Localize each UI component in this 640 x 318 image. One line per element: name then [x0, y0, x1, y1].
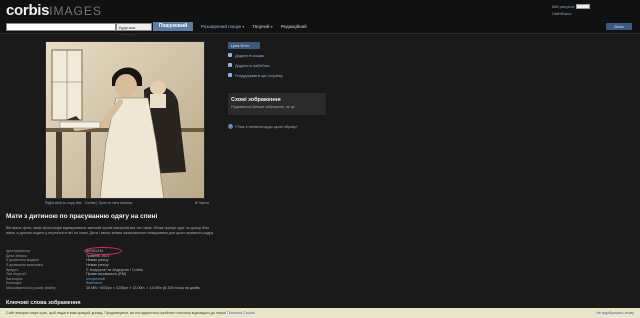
nav-creative[interactable]: Творчий ▾ [252, 24, 272, 29]
similar-images-title: Схожі зображення [231, 97, 281, 103]
cart-button[interactable]: Візок [606, 23, 632, 30]
print-page-link[interactable]: Роздрукувати цю сторінку [228, 71, 328, 79]
top-bar: corbisIMAGES Будь-яка категорія Пошукови… [0, 0, 640, 37]
image-description: Вінтажне фото, яким фотографи відтворюва… [6, 226, 214, 235]
nav-advanced-search[interactable]: Розширений пошук ▾ [201, 24, 244, 29]
image-caption: Right-click to copy link · Corbis | Open… [45, 201, 209, 205]
search-button[interactable]: Пошуковий [153, 22, 193, 31]
main-photo[interactable] [45, 41, 205, 199]
category-link[interactable]: Історичний [86, 277, 105, 281]
chevron-down-icon: ▾ [270, 24, 273, 29]
metadata-row: Максимальний розмір файлу: 36 MB / 4002px… [6, 286, 200, 291]
search-bar: Будь-яка категорія Пошуковий Розширений … [6, 22, 307, 37]
corbis-logo[interactable]: corbisIMAGES [6, 2, 102, 19]
highlight-annotation [84, 247, 122, 255]
similar-images-link[interactable]: Подивитися більше зображень, як це [231, 105, 323, 109]
keywords-heading: Ключові слова зображення [6, 300, 81, 306]
cookie-policy-link[interactable]: Політика Cookie. [227, 311, 256, 315]
add-to-cart-link[interactable]: Додати в кошик [228, 51, 328, 59]
lightboxes-link[interactable]: Лайтбокси [552, 11, 571, 16]
action-sidebar: Ціна Фото Додати в кошик Додати в лайтбо… [228, 42, 328, 79]
zoom-control[interactable]: ⊞ Чисто [195, 201, 209, 205]
chevron-down-icon: ▾ [242, 24, 245, 29]
search-input[interactable] [6, 22, 116, 31]
cart-icon [228, 53, 232, 57]
print-icon [228, 73, 232, 77]
vintage-photo-image [46, 42, 204, 198]
plus-icon [228, 63, 232, 67]
question-icon: ? [228, 124, 233, 129]
cookie-dismiss-link[interactable]: Не відображати знову [596, 308, 634, 318]
my-account-link[interactable]: Мій рахунок [552, 4, 574, 9]
language-select[interactable] [576, 4, 591, 9]
cookie-notice: Сайт використовує куки, щоб надати вам к… [0, 308, 640, 318]
logo-subtitle: IMAGES [49, 4, 102, 18]
metadata-table: Ідентифікатор BE001234 Дата Знімок: Травен… [6, 249, 214, 290]
add-to-lightbox-link[interactable]: Додати в лайтбокс [228, 61, 328, 69]
collection-link[interactable]: Bettmann [86, 281, 102, 285]
image-title: Мати з дитиною по прасуванню одягу на сп… [6, 213, 158, 220]
category-select[interactable]: Будь-яка категорія [116, 22, 152, 37]
question-link[interactable]: ? У Вас є питання щодо цього образу? [228, 124, 298, 129]
account-panel: Мій рахунок Лайтбокси [552, 3, 632, 17]
similar-images-box[interactable]: Схожі зображення Подивитися більше зобра… [228, 93, 326, 115]
price-image-button[interactable]: Ціна Фото [228, 42, 260, 49]
nav-editorial[interactable]: Редакційний [281, 24, 307, 29]
